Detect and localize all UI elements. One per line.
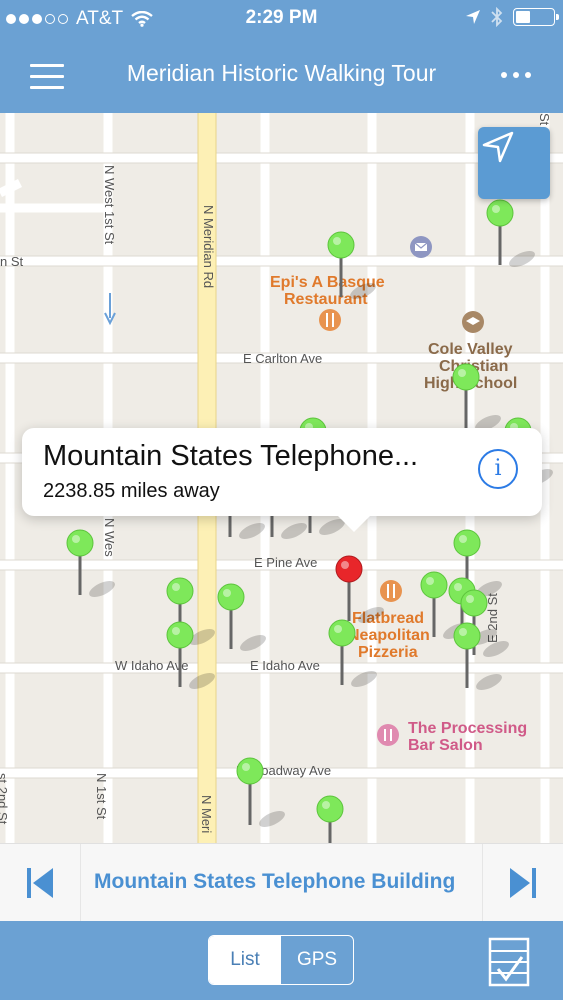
skip-next-icon [510, 868, 536, 898]
checklist-icon[interactable] [488, 937, 530, 987]
street-label-n-meri: N Meri [199, 795, 214, 833]
street-label-e-pine-ave: E Pine Ave [254, 555, 317, 570]
callout-distance: 2238.85 miles away [43, 480, 220, 502]
street-label-e-carlton-ave: E Carlton Ave [243, 351, 322, 366]
fork-knife-icon [319, 309, 341, 331]
street-label-n-wes: N Wes [102, 518, 117, 557]
status-bar: AT&T 2:29 PM [0, 0, 563, 38]
list-tab[interactable]: List [209, 936, 281, 984]
current-location-label[interactable]: Mountain States Telephone Building [94, 870, 455, 894]
info-icon[interactable]: i [478, 449, 518, 489]
street-label-n-meridian-rd: N Meridian Rd [201, 205, 216, 288]
gps-tab[interactable]: GPS [281, 936, 353, 984]
callout-title: Mountain States Telephone... [43, 440, 419, 472]
status-right [465, 7, 559, 27]
nav-bar: Meridian Historic Walking Tour [0, 38, 563, 113]
svg-text:The Processing: The Processing [408, 720, 527, 737]
svg-text:Neapolitan: Neapolitan [348, 627, 430, 644]
location-carousel: Mountain States Telephone Building [0, 843, 563, 922]
street-label-e-idaho-ave: E Idaho Ave [250, 658, 320, 673]
scissors-icon [377, 724, 399, 746]
svg-text:Bar Salon: Bar Salon [408, 737, 483, 754]
pin-callout[interactable]: Mountain States Telephone... 2238.85 mil… [22, 428, 542, 532]
more-options-icon[interactable] [501, 72, 531, 78]
previous-button[interactable] [0, 844, 80, 922]
locate-me-button[interactable] [478, 127, 550, 199]
battery-icon [513, 8, 559, 26]
street-label-st-2nd-st: st 2nd St [0, 773, 10, 825]
next-button[interactable] [483, 844, 563, 922]
graduation-cap-icon [462, 311, 484, 333]
street-label-w-idaho-ave: W Idaho Ave [115, 658, 188, 673]
fork-knife-icon [380, 580, 402, 602]
top-bar: AT&T 2:29 PM Meridian Historic Walking T… [0, 0, 563, 113]
bluetooth-icon [491, 7, 503, 27]
page-title: Meridian Historic Walking Tour [126, 60, 437, 86]
location-arrow-icon [466, 10, 480, 24]
svg-text:Cole Valley: Cole Valley [428, 341, 513, 358]
bottom-toolbar: List GPS [0, 921, 563, 1000]
street-label-left-st: n St [0, 254, 24, 269]
street-label-n-west-1st-st: N West 1st St [102, 165, 117, 245]
street-label-top-right: St [537, 113, 552, 126]
mail-icon [410, 236, 432, 258]
view-mode-segmented-control: List GPS [208, 935, 354, 985]
street-label-n-1st-st: N 1st St [94, 773, 109, 820]
navigation-arrow-icon [482, 131, 514, 163]
svg-text:Pizzeria: Pizzeria [358, 644, 418, 661]
skip-previous-icon [27, 868, 53, 898]
